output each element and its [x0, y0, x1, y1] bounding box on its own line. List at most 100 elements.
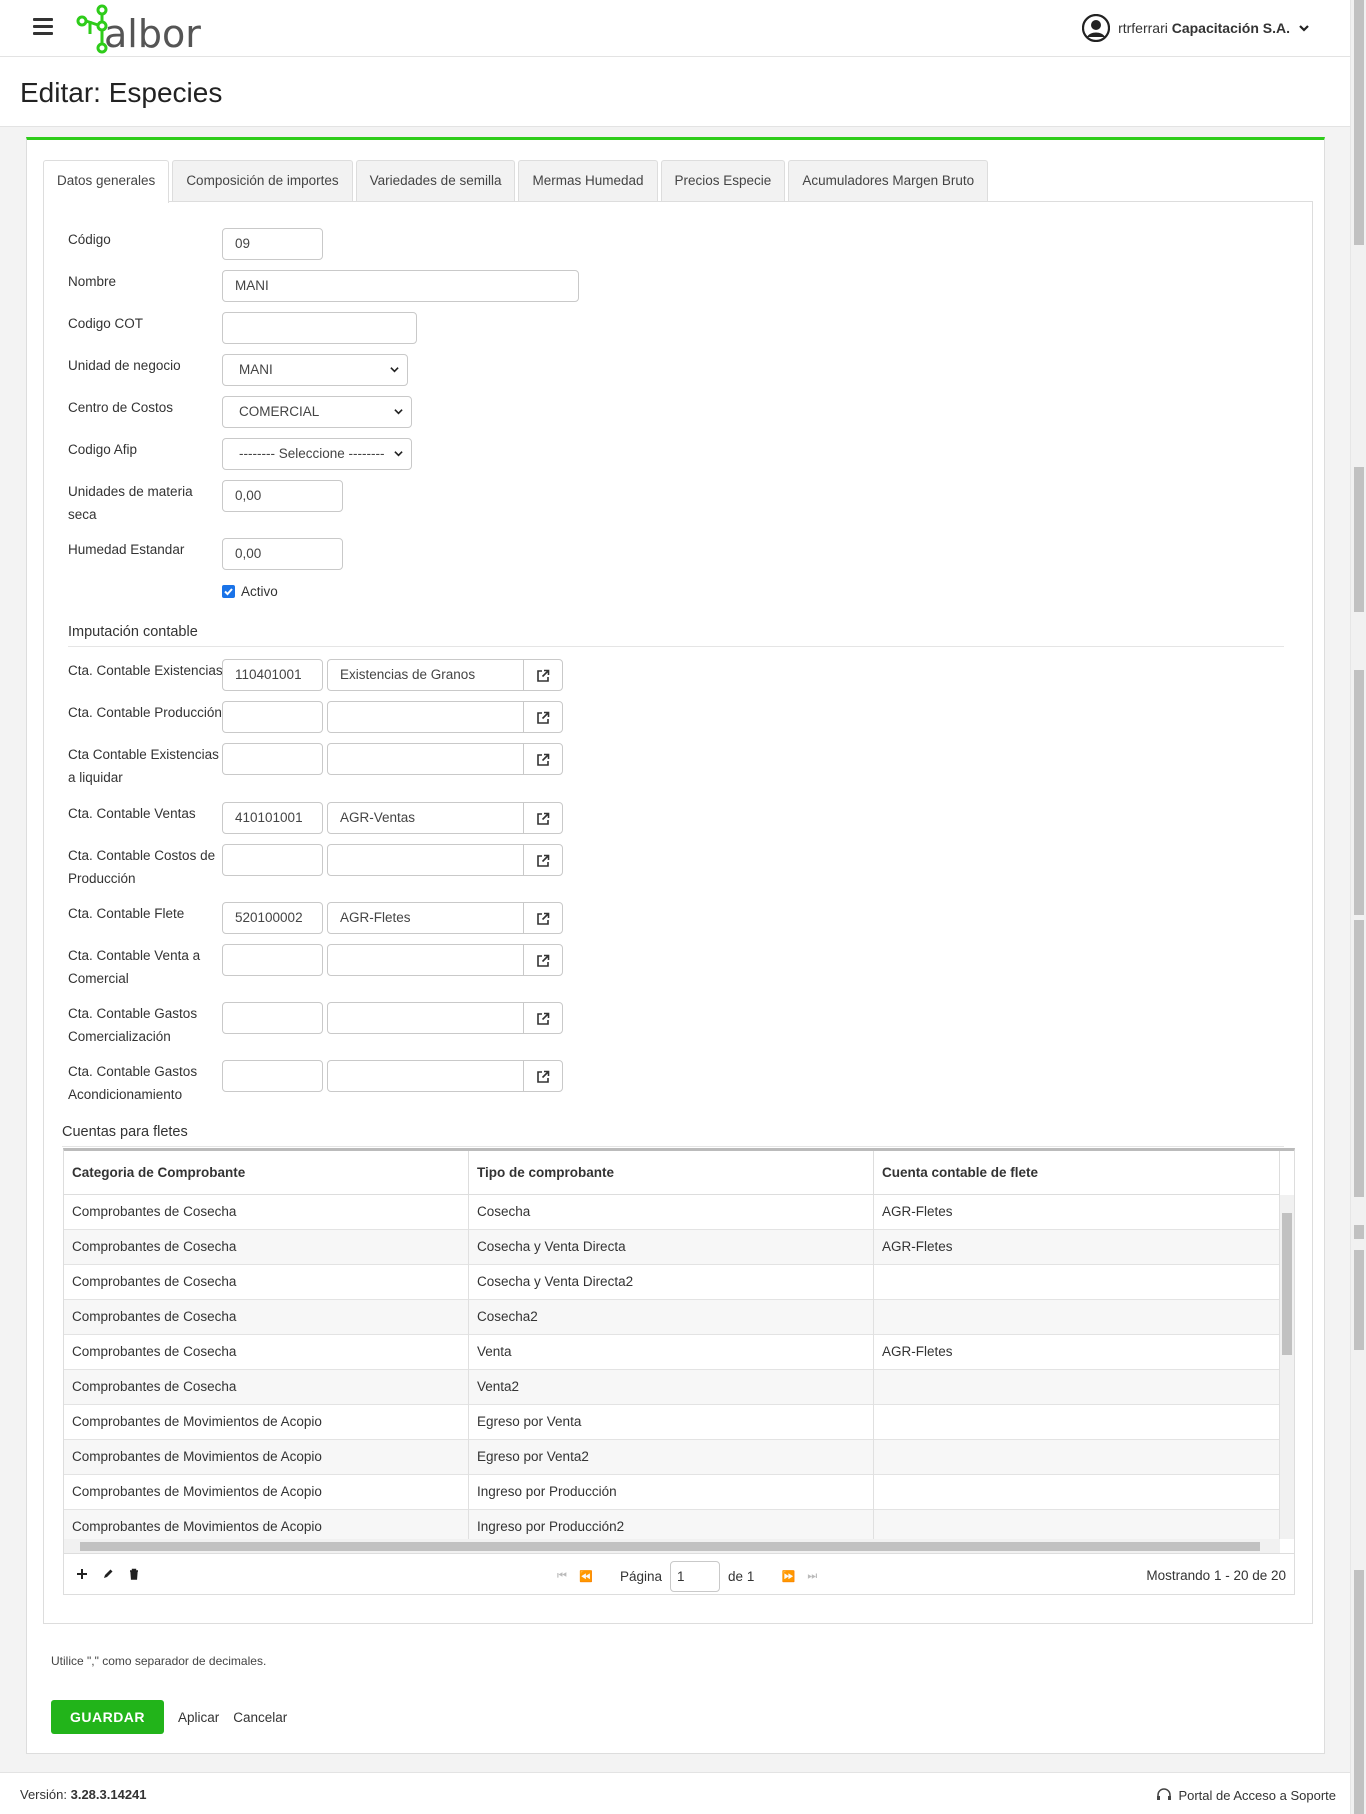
open-account-button[interactable]	[523, 902, 563, 934]
external-link-icon	[537, 1070, 550, 1083]
tab-composicion-importes[interactable]: Composición de importes	[172, 160, 353, 202]
humedad-estandar-input[interactable]: 0,00	[222, 538, 343, 570]
unidades-materia-seca-label: Unidades de materia seca	[68, 484, 193, 522]
cuenta-codigo-input[interactable]	[222, 944, 323, 976]
table-cell: Comprobantes de Cosecha	[64, 1370, 469, 1405]
cuenta-contable-label: Cta. Contable Costos de Producción	[68, 848, 216, 886]
open-account-button[interactable]	[523, 701, 563, 733]
fletes-grid: Categoria de Comprobante Tipo de comprob…	[63, 1148, 1295, 1595]
support-portal-link[interactable]: Portal de Acceso a Soporte	[1156, 1787, 1336, 1803]
cuenta-nombre-input[interactable]	[327, 1002, 524, 1034]
tab-precios-especie[interactable]: Precios Especie	[660, 160, 786, 202]
table-row[interactable]: Comprobantes de Cosecha Venta AGR-Fletes	[64, 1335, 1280, 1370]
open-account-button[interactable]	[523, 659, 563, 691]
open-account-button[interactable]	[523, 802, 563, 834]
table-cell: Egreso por Venta	[469, 1405, 874, 1440]
cuenta-codigo-input[interactable]	[222, 701, 323, 733]
user-avatar-icon	[1082, 14, 1111, 42]
previous-page-icon[interactable]: ⏪	[578, 1570, 594, 1584]
edit-icon[interactable]	[102, 1568, 114, 1580]
table-row[interactable]: Comprobantes de Cosecha Venta2	[64, 1370, 1280, 1405]
page-number-input[interactable]: 1	[670, 1561, 721, 1592]
cuenta-contable-label: Cta. Contable Flete	[68, 906, 185, 921]
table-row[interactable]: Comprobantes de Cosecha Cosecha y Venta D…	[64, 1230, 1280, 1265]
table-cell	[874, 1440, 1280, 1475]
grid-summary: Mostrando 1 - 20 de 20	[1146, 1568, 1286, 1583]
cuenta-codigo-input[interactable]: 410101001	[222, 802, 323, 834]
cancel-button[interactable]: Cancelar	[233, 1710, 287, 1725]
external-link-icon	[537, 669, 550, 682]
codigo-input[interactable]: 09	[222, 228, 323, 260]
table-cell	[874, 1265, 1280, 1300]
delete-icon[interactable]	[128, 1568, 140, 1580]
cuenta-nombre-input[interactable]	[327, 743, 524, 775]
table-cell: Cosecha y Venta Directa	[469, 1230, 874, 1265]
grid-horizontal-scrollbar[interactable]	[64, 1539, 1280, 1553]
top-bar: albor rtrferrari Capacitación S.A.	[0, 0, 1350, 57]
open-account-button[interactable]	[523, 1060, 563, 1092]
table-cell: Comprobantes de Cosecha	[64, 1230, 469, 1265]
cuenta-nombre-input[interactable]: Existencias de Granos	[327, 659, 524, 691]
table-row[interactable]: Comprobantes de Cosecha Cosecha AGR-Fletes	[64, 1195, 1280, 1230]
table-row[interactable]: Comprobantes de Cosecha Cosecha2	[64, 1300, 1280, 1335]
cuenta-codigo-input[interactable]: 520100002	[222, 902, 323, 934]
cuenta-contable-label: Cta. Contable Producción	[68, 705, 222, 720]
menu-icon[interactable]	[33, 18, 53, 36]
grid-vertical-scrollbar[interactable]	[1280, 1195, 1294, 1539]
nombre-label: Nombre	[68, 274, 117, 289]
centro-costos-select[interactable]: COMERCIAL	[222, 396, 412, 428]
table-row[interactable]: Comprobantes de Movimientos de Acopio Egr…	[64, 1405, 1280, 1440]
unidad-negocio-select[interactable]: MANI	[222, 354, 408, 386]
save-button[interactable]: GUARDAR	[51, 1700, 164, 1734]
table-row[interactable]: Comprobantes de Cosecha Cosecha y Venta D…	[64, 1265, 1280, 1300]
last-page-icon[interactable]: ⏭	[804, 1570, 820, 1584]
first-page-icon[interactable]: ⏮	[554, 1570, 570, 1584]
cuenta-nombre-input[interactable]	[327, 701, 524, 733]
open-account-button[interactable]	[523, 1002, 563, 1034]
unidades-materia-seca-input[interactable]: 0,00	[222, 480, 343, 512]
section-divider	[62, 1146, 1284, 1147]
add-icon[interactable]	[76, 1568, 88, 1580]
activo-label: Activo	[241, 584, 278, 599]
open-account-button[interactable]	[523, 944, 563, 976]
column-header[interactable]: Categoria de Comprobante	[64, 1151, 469, 1195]
cuenta-nombre-input[interactable]	[327, 1060, 524, 1092]
table-cell	[874, 1405, 1280, 1440]
codigo-afip-select[interactable]: -------- Seleccione --------	[222, 438, 412, 470]
nombre-input[interactable]: MANI	[222, 270, 579, 302]
cuenta-codigo-input[interactable]	[222, 1060, 323, 1092]
open-account-button[interactable]	[523, 743, 563, 775]
tab-mermas-humedad[interactable]: Mermas Humedad	[518, 160, 658, 202]
codigo-afip-label: Codigo Afip	[68, 442, 138, 457]
cuenta-nombre-input[interactable]: AGR-Ventas	[327, 802, 524, 834]
table-row[interactable]: Comprobantes de Movimientos de Acopio Ing…	[64, 1510, 1280, 1539]
user-menu[interactable]: rtrferrari Capacitación S.A.	[1082, 14, 1310, 42]
tab-bar: Datos generales Composición de importes …	[43, 160, 991, 203]
apply-button[interactable]: Aplicar	[178, 1710, 219, 1725]
column-header[interactable]: Tipo de comprobante	[469, 1151, 874, 1195]
cuenta-codigo-input[interactable]	[222, 844, 323, 876]
table-row[interactable]: Comprobantes de Movimientos de Acopio Ing…	[64, 1475, 1280, 1510]
table-cell: AGR-Fletes	[874, 1195, 1280, 1230]
cuenta-codigo-input[interactable]	[222, 1002, 323, 1034]
activo-checkbox-group[interactable]: Activo	[222, 584, 278, 599]
codigo-cot-input[interactable]	[222, 312, 417, 344]
page-scrollbar[interactable]	[1350, 0, 1366, 1814]
cuenta-nombre-input[interactable]: AGR-Fletes	[327, 902, 524, 934]
main-panel: Datos generales Composición de importes …	[26, 137, 1325, 1754]
table-row[interactable]: Comprobantes de Movimientos de Acopio Egr…	[64, 1440, 1280, 1475]
tab-acumuladores-margen-bruto[interactable]: Acumuladores Margen Bruto	[788, 160, 989, 202]
cuenta-nombre-input[interactable]	[327, 944, 524, 976]
grid-header: Categoria de Comprobante Tipo de comprob…	[64, 1151, 1280, 1195]
cuenta-codigo-input[interactable]: 110401001	[222, 659, 323, 691]
tab-variedades-semilla[interactable]: Variedades de semilla	[355, 160, 516, 202]
cuenta-nombre-input[interactable]	[327, 844, 524, 876]
cuenta-codigo-input[interactable]	[222, 743, 323, 775]
tab-datos-generales[interactable]: Datos generales	[43, 160, 170, 203]
open-account-button[interactable]	[523, 844, 563, 876]
humedad-estandar-label: Humedad Estandar	[68, 542, 185, 557]
user-name-label: rtrferrari Capacitación S.A.	[1118, 20, 1290, 36]
column-header[interactable]: Cuenta contable de flete	[874, 1151, 1280, 1195]
next-page-icon[interactable]: ⏩	[780, 1570, 796, 1584]
activo-checkbox[interactable]	[222, 585, 235, 598]
